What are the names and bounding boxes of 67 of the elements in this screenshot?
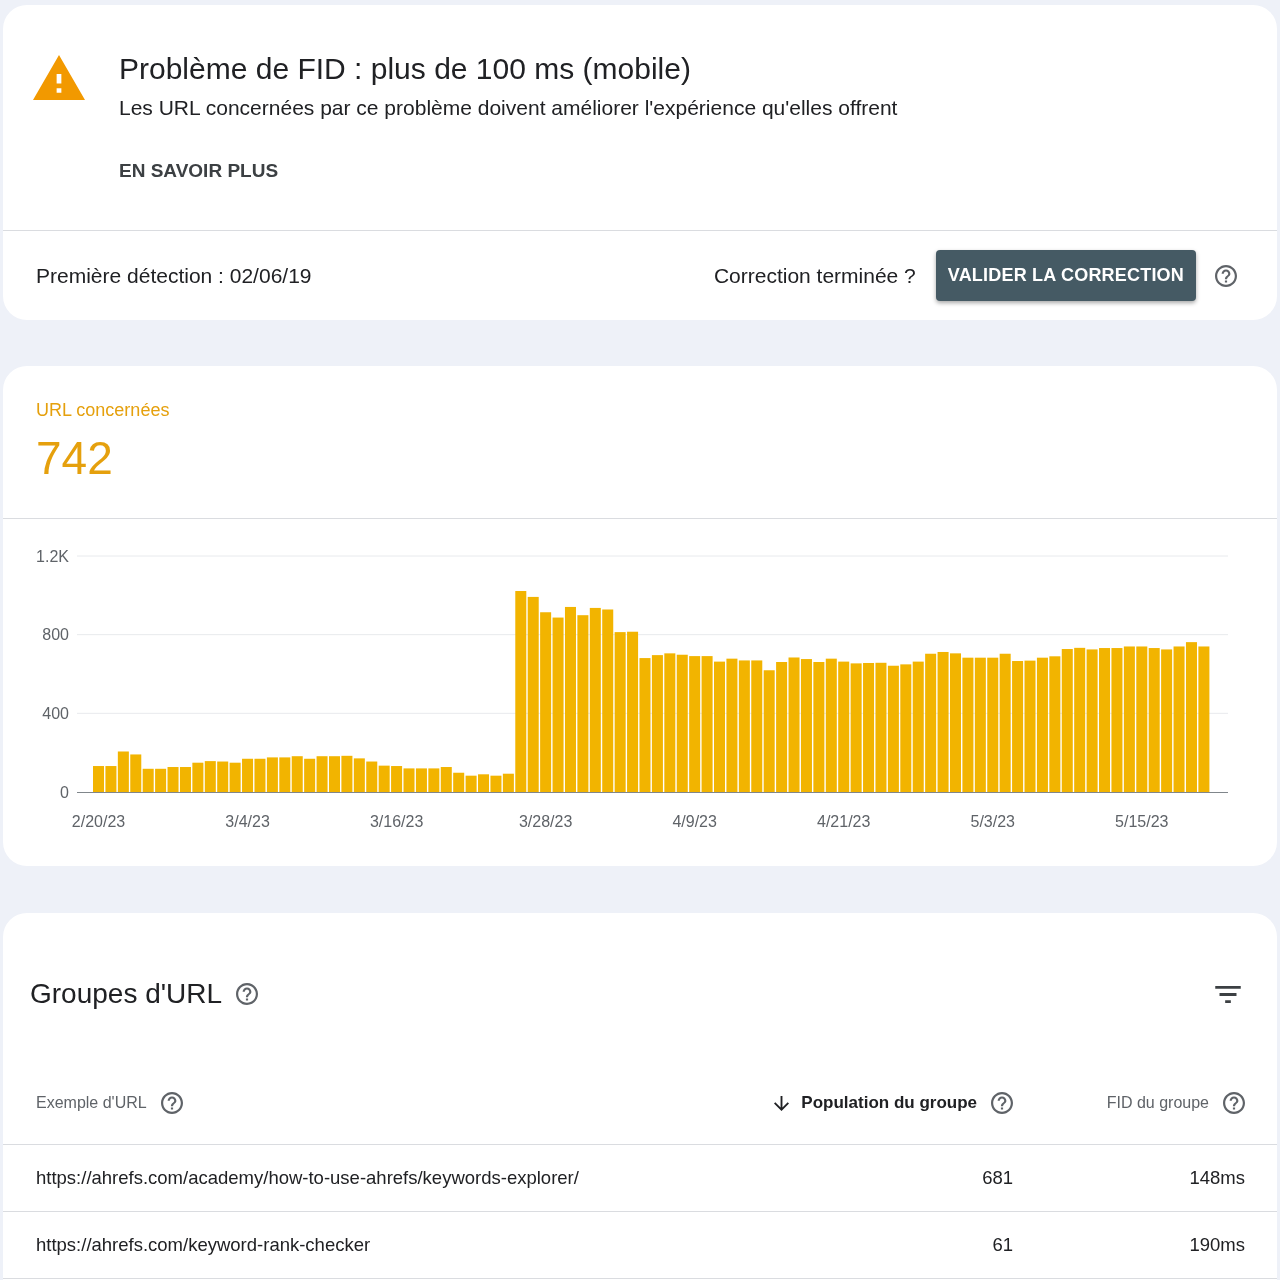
column-header[interactable]: Exemple d'URL <box>36 1091 147 1115</box>
chart-bar <box>93 766 104 792</box>
chart-bar <box>266 757 278 792</box>
help-icon[interactable] <box>236 983 259 1005</box>
help-icon[interactable] <box>991 1092 1013 1114</box>
chart-bar <box>179 767 191 792</box>
table-cell-text: 681 <box>982 1166 1013 1191</box>
chart-bar <box>453 772 465 792</box>
x-axis-label: 3/28/23 <box>518 812 573 830</box>
x-axis-label: 3/16/23 <box>369 812 424 830</box>
chart-bar <box>490 775 502 792</box>
column-header[interactable]: FID du groupe <box>1106 1091 1209 1115</box>
table-cell-text: 190ms <box>1189 1233 1245 1258</box>
chart-bar <box>304 758 316 792</box>
chart-bar <box>403 768 415 792</box>
chart-bar <box>353 758 365 792</box>
chart-bar <box>478 774 490 792</box>
issue-description: Les URL concernées par ce problème doivent améliorer l'expérience qu'elles offrent <box>119 95 898 121</box>
section-title: Groupes d'URL <box>30 977 223 1011</box>
down-arrow-icon <box>774 1095 790 1111</box>
x-axis-label: 4/21/23 <box>817 812 871 830</box>
chart-bar <box>366 761 378 792</box>
y-axis-label: 1.2K <box>36 547 69 565</box>
chart-bar <box>391 766 403 792</box>
table-cell-text: 61 <box>992 1233 1013 1258</box>
chart-bar <box>428 768 440 792</box>
chart-bar <box>378 765 390 792</box>
chart-bar <box>279 757 291 792</box>
chart-bar <box>192 762 204 792</box>
affected-urls-count: 742 <box>36 432 113 484</box>
url-cell-text: https://ahrefs.com/keyword-rank-checker <box>36 1233 371 1258</box>
help-icon[interactable] <box>160 1092 183 1114</box>
y-axis-label: 800 <box>42 626 69 644</box>
chart-bar <box>329 756 340 792</box>
chart-bar <box>316 756 328 792</box>
warning-icon <box>33 55 85 100</box>
column-header[interactable]: Population du groupe <box>774 1090 977 1116</box>
first-detection-text: Première détection : 02/06/19 <box>36 262 312 289</box>
chart-bar <box>415 768 427 792</box>
learn-more-link[interactable]: EN SAVOIR PLUS <box>119 158 279 184</box>
help-icon[interactable] <box>1223 1092 1245 1114</box>
y-axis-label: 400 <box>42 704 69 722</box>
chart-bar <box>254 758 266 792</box>
x-axis-label: 5/3/23 <box>970 812 1015 830</box>
chart-bar <box>341 755 353 792</box>
chart-bar <box>229 762 241 792</box>
validate-fix-button[interactable]: VALIDER LA CORRECTION <box>935 250 1196 301</box>
fix-question-text: Correction terminée ? <box>713 262 916 289</box>
x-axis-label: 4/9/23 <box>672 812 717 830</box>
chart-bar <box>465 775 477 792</box>
chart-bar <box>167 767 179 792</box>
filter-icon[interactable] <box>1215 985 1241 1003</box>
y-axis-label: 0 <box>60 783 69 801</box>
url-cell-text: https://ahrefs.com/academy/how-to-use-ahrefs/keywords-explorer/ <box>36 1166 579 1191</box>
x-axis-label: 2/20/23 <box>71 812 126 830</box>
chart-bar <box>291 756 303 792</box>
x-axis-label: 5/15/23 <box>1115 812 1169 830</box>
chart-bar <box>440 767 452 792</box>
chart-bar <box>204 761 216 792</box>
help-icon[interactable] <box>1215 264 1237 287</box>
chart-bar <box>217 761 229 792</box>
affected-urls-label: URL concernées <box>36 399 170 422</box>
issue-title: Problème de FID : plus de 100 ms (mobile) <box>119 51 691 87</box>
x-axis-label: 3/4/23 <box>225 812 270 830</box>
chart-bar <box>155 768 167 792</box>
table-cell-text: 148ms <box>1189 1166 1245 1191</box>
chart-bar <box>242 758 254 792</box>
